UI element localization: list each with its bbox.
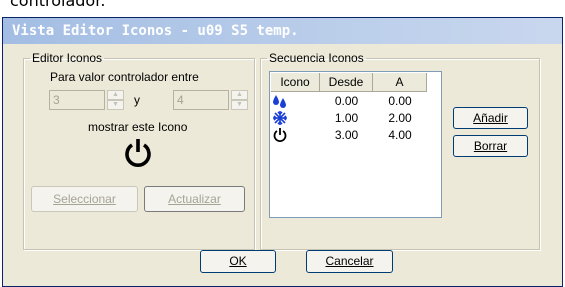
add-button-label: Añadir (473, 111, 508, 125)
water-drops-icon (271, 93, 320, 109)
to-spinner: 4 ▲ ▼ (173, 90, 249, 110)
from-value-field[interactable]: 3 (49, 90, 105, 110)
secuencia-iconos-legend: Secuencia Iconos (269, 51, 364, 65)
select-button-label: Seleccionar (53, 192, 116, 206)
cancel-button-label: Cancelar (325, 254, 374, 268)
cropped-top-text: controlador. (10, 0, 106, 10)
dialog-window: Vista Editor Iconos - u09 S5 temp. Edito… (2, 17, 563, 287)
range-label: Para valor controlador entre (50, 70, 199, 84)
title-bar[interactable]: Vista Editor Iconos - u09 S5 temp. (3, 18, 562, 44)
row-to-value: 4.00 (388, 128, 412, 142)
to-spin-up-button[interactable]: ▲ (231, 90, 248, 100)
select-button[interactable]: Seleccionar (31, 186, 138, 212)
list-row[interactable]: 0.00 0.00 (271, 93, 427, 109)
row-from-value: 3.00 (334, 128, 359, 142)
power-icon (122, 137, 154, 169)
list-row[interactable]: 1.00 2.00 (271, 110, 427, 126)
ok-button-label: OK (229, 254, 247, 268)
window-title: Vista Editor Iconos - u09 S5 temp. (12, 23, 299, 39)
row-to-value: 0.00 (388, 94, 412, 108)
and-label: y (134, 93, 140, 107)
to-spin-buttons: ▲ ▼ (231, 90, 248, 110)
ok-button[interactable]: OK (200, 250, 276, 273)
column-header-desde[interactable]: Desde (320, 73, 373, 92)
row-to-value: 2.00 (388, 111, 412, 125)
show-icon-label: mostrar este Icono (88, 120, 188, 134)
column-header-a[interactable]: A (373, 73, 427, 92)
column-header-icono[interactable]: Icono (271, 73, 320, 92)
snowflake-icon (271, 110, 320, 126)
from-spin-down-button[interactable]: ▼ (107, 100, 124, 110)
list-header: Icono Desde A (271, 73, 427, 92)
icon-sequence-list[interactable]: Icono Desde A 0.00 0.00 1.00 2.00 3.00 4… (269, 71, 442, 218)
delete-button[interactable]: Borrar (453, 135, 528, 157)
from-spin-buttons: ▲ ▼ (107, 90, 124, 110)
list-row[interactable]: 3.00 4.00 (271, 127, 427, 143)
add-button[interactable]: Añadir (453, 107, 528, 129)
row-from-value: 0.00 (334, 94, 359, 108)
to-value-field[interactable]: 4 (173, 90, 229, 110)
power-icon (271, 127, 320, 143)
from-spinner: 3 ▲ ▼ (49, 90, 125, 110)
row-from-value: 1.00 (334, 111, 359, 125)
to-spin-down-button[interactable]: ▼ (231, 100, 248, 110)
delete-button-label: Borrar (473, 139, 508, 153)
update-button[interactable]: Actualizar (144, 186, 245, 212)
update-button-label: Actualizar (168, 192, 221, 206)
from-spin-up-button[interactable]: ▲ (107, 90, 124, 100)
cancel-button[interactable]: Cancelar (306, 250, 393, 273)
editor-iconos-legend: Editor Iconos (32, 51, 103, 65)
